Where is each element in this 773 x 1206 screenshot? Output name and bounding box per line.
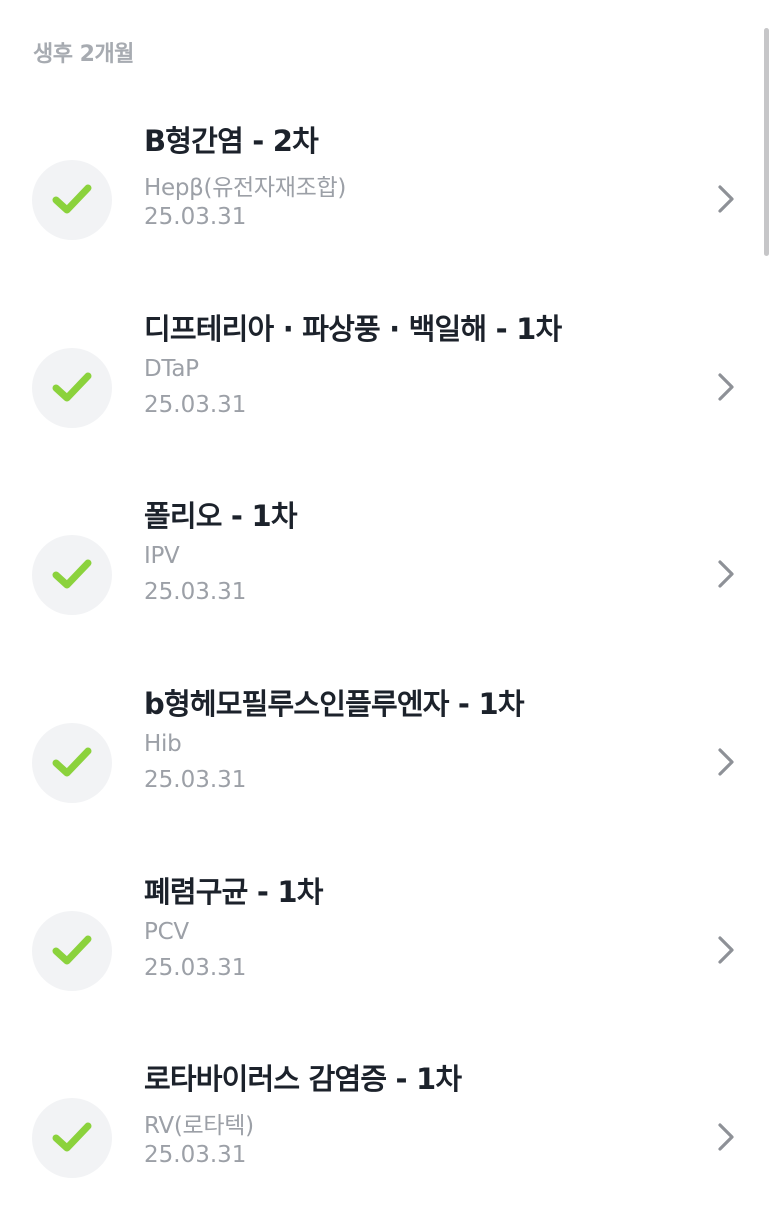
checkmark-icon — [52, 1122, 92, 1152]
checkmark-icon — [52, 184, 92, 214]
chevron-right-icon — [718, 1123, 734, 1151]
vaccine-item-pcv[interactable]: 폐렴구균 - 1차 PCV 25.03.31 — [0, 869, 773, 1019]
vaccine-name: Hepβ(유전자재조합) — [144, 175, 347, 201]
vaccination-date: 25.03.31 — [144, 392, 247, 418]
vaccine-item-hib[interactable]: b형헤모필루스인플루엔자 - 1차 Hib 25.03.31 — [0, 681, 773, 831]
vaccination-date: 25.03.31 — [144, 955, 247, 981]
vaccine-name: Hib — [144, 731, 182, 757]
vaccine-item-dtap[interactable]: 디프테리아 · 파상풍 · 백일해 - 1차 DTaP 25.03.31 — [0, 306, 773, 456]
chevron-right-icon — [718, 373, 734, 401]
vaccination-date: 25.03.31 — [144, 1142, 247, 1168]
vaccine-title: 디프테리아 · 파상풍 · 백일해 - 1차 — [144, 312, 562, 346]
vaccine-title: b형헤모필루스인플루엔자 - 1차 — [144, 687, 525, 721]
vaccination-date: 25.03.31 — [144, 204, 247, 230]
vaccine-item-ipv[interactable]: 폴리오 - 1차 IPV 25.03.31 — [0, 493, 773, 643]
completed-check-badge — [32, 911, 112, 991]
checkmark-icon — [52, 935, 92, 965]
chevron-right-icon — [718, 748, 734, 776]
vaccine-name: PCV — [144, 919, 189, 945]
checkmark-icon — [52, 559, 92, 589]
vaccine-item-rv[interactable]: 로타바이러스 감염증 - 1차 RV(로타텍) 25.03.31 — [0, 1056, 773, 1206]
chevron-right-icon — [718, 560, 734, 588]
chevron-right-icon — [718, 185, 734, 213]
vaccination-date: 25.03.31 — [144, 767, 247, 793]
vaccine-name: RV(로타텍) — [144, 1113, 254, 1139]
completed-check-badge — [32, 723, 112, 803]
completed-check-badge — [32, 348, 112, 428]
chevron-right-icon — [718, 936, 734, 964]
vaccine-title: 폴리오 - 1차 — [144, 499, 298, 533]
completed-check-badge — [32, 1098, 112, 1178]
vaccine-title: B형간염 - 2차 — [144, 124, 319, 158]
completed-check-badge — [32, 160, 112, 240]
vaccine-name: DTaP — [144, 356, 199, 382]
vaccine-title: 로타바이러스 감염증 - 1차 — [144, 1062, 462, 1096]
section-header: 생후 2개월 — [33, 42, 134, 67]
vaccine-item-hepb[interactable]: B형간염 - 2차 Hepβ(유전자재조합) 25.03.31 — [0, 118, 773, 268]
checkmark-icon — [52, 747, 92, 777]
vaccine-name: IPV — [144, 543, 180, 569]
vaccine-title: 폐렴구균 - 1차 — [144, 875, 323, 909]
vaccination-date: 25.03.31 — [144, 579, 247, 605]
checkmark-icon — [52, 372, 92, 402]
completed-check-badge — [32, 535, 112, 615]
